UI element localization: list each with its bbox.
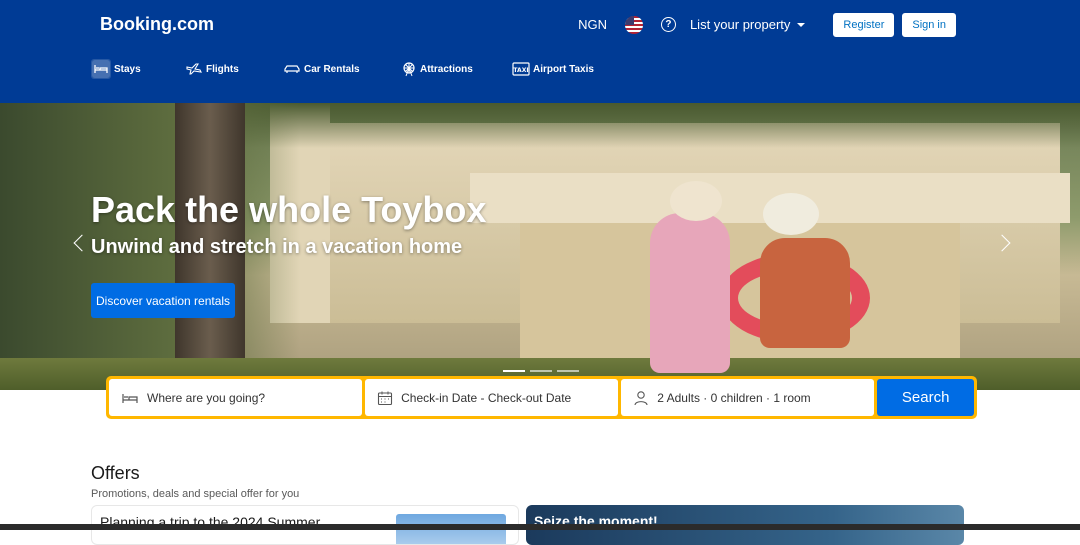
bed-icon	[122, 393, 138, 403]
register-button[interactable]: Register	[833, 12, 895, 37]
checkout-date: Check-out Date	[487, 390, 572, 405]
product-nav: Stays Flights Car Rentals Attractions TA…	[91, 57, 612, 81]
us-flag-icon[interactable]	[624, 15, 643, 34]
hero-girl-hat	[670, 181, 722, 221]
carousel-indicators	[503, 370, 584, 372]
nav-label: Car Rentals	[304, 63, 360, 75]
guests-separator: ·	[699, 390, 711, 405]
adults-count: 2 Adults	[657, 390, 700, 405]
carousel-dot[interactable]	[530, 370, 552, 372]
list-property-link[interactable]: List your property	[689, 17, 806, 32]
date-range-picker[interactable]: Check-in Date - Check-out Date	[365, 379, 619, 416]
header-actions: NGN ? List your property Register Sign i…	[578, 12, 956, 37]
hero-girl	[650, 213, 730, 373]
calendar-icon	[378, 391, 393, 405]
search-button[interactable]: Search	[877, 379, 975, 416]
search-bar: Where are you going? Check-in Date - Che…	[106, 376, 977, 419]
nav-label: Flights	[206, 63, 239, 75]
rooms-count: 1 room	[773, 390, 811, 405]
checkin-date: Check-in Date	[401, 390, 478, 405]
hero-boy	[760, 238, 850, 348]
hero-boy-hat	[763, 193, 819, 235]
question-circle-icon[interactable]: ?	[660, 17, 676, 32]
offers-subtitle: Promotions, deals and special offer for …	[91, 488, 300, 500]
destination-placeholder: Where are you going?	[147, 390, 266, 405]
person-icon	[634, 390, 648, 405]
hero-banner: Pack the whole Toybox Unwind and stretch…	[0, 103, 1080, 390]
ferris-wheel-icon	[403, 62, 415, 77]
bed-icon	[91, 59, 111, 79]
carousel-dot[interactable]	[557, 370, 579, 372]
car-icon	[284, 65, 300, 73]
window-bottom-edge	[0, 524, 1080, 530]
taxi-icon: TAXI	[512, 62, 530, 76]
chevron-down-icon	[797, 22, 806, 27]
children-count: 0 children	[710, 390, 763, 405]
discover-vacation-rentals-button[interactable]: Discover vacation rentals	[91, 283, 236, 318]
list-property-label: List your property	[689, 17, 791, 32]
guests-separator: ·	[762, 390, 774, 405]
svg-text:TAXI: TAXI	[513, 67, 528, 74]
sign-in-button[interactable]: Sign in	[902, 12, 956, 37]
plane-icon	[186, 63, 202, 75]
guests-selector[interactable]: 2 Adults · 0 children · 1 room	[621, 379, 875, 416]
currency-selector[interactable]: NGN	[578, 17, 607, 32]
nav-item-stays[interactable]: Stays	[91, 57, 185, 81]
carousel-dot[interactable]	[503, 370, 525, 372]
nav-item-flights[interactable]: Flights	[185, 57, 283, 81]
nav-item-car-rentals[interactable]: Car Rentals	[283, 57, 401, 81]
nav-label: Attractions	[420, 63, 473, 75]
nav-item-airport-taxis[interactable]: TAXI Airport Taxis	[512, 57, 612, 81]
flag-canton	[624, 15, 634, 25]
nav-label: Stays	[114, 63, 141, 75]
booking-logo[interactable]: Booking.com	[100, 14, 214, 35]
hero-subtitle: Unwind and stretch in a vacation home	[91, 236, 463, 258]
nav-label: Airport Taxis	[533, 63, 594, 75]
date-separator: -	[477, 390, 488, 405]
offers-title: Offers	[91, 463, 140, 483]
top-header: Booking.com NGN ? List your property Reg…	[0, 0, 1080, 103]
hero-title: Pack the whole Toybox	[91, 189, 487, 230]
destination-input[interactable]: Where are you going?	[109, 379, 363, 416]
nav-item-attractions[interactable]: Attractions	[401, 57, 512, 81]
